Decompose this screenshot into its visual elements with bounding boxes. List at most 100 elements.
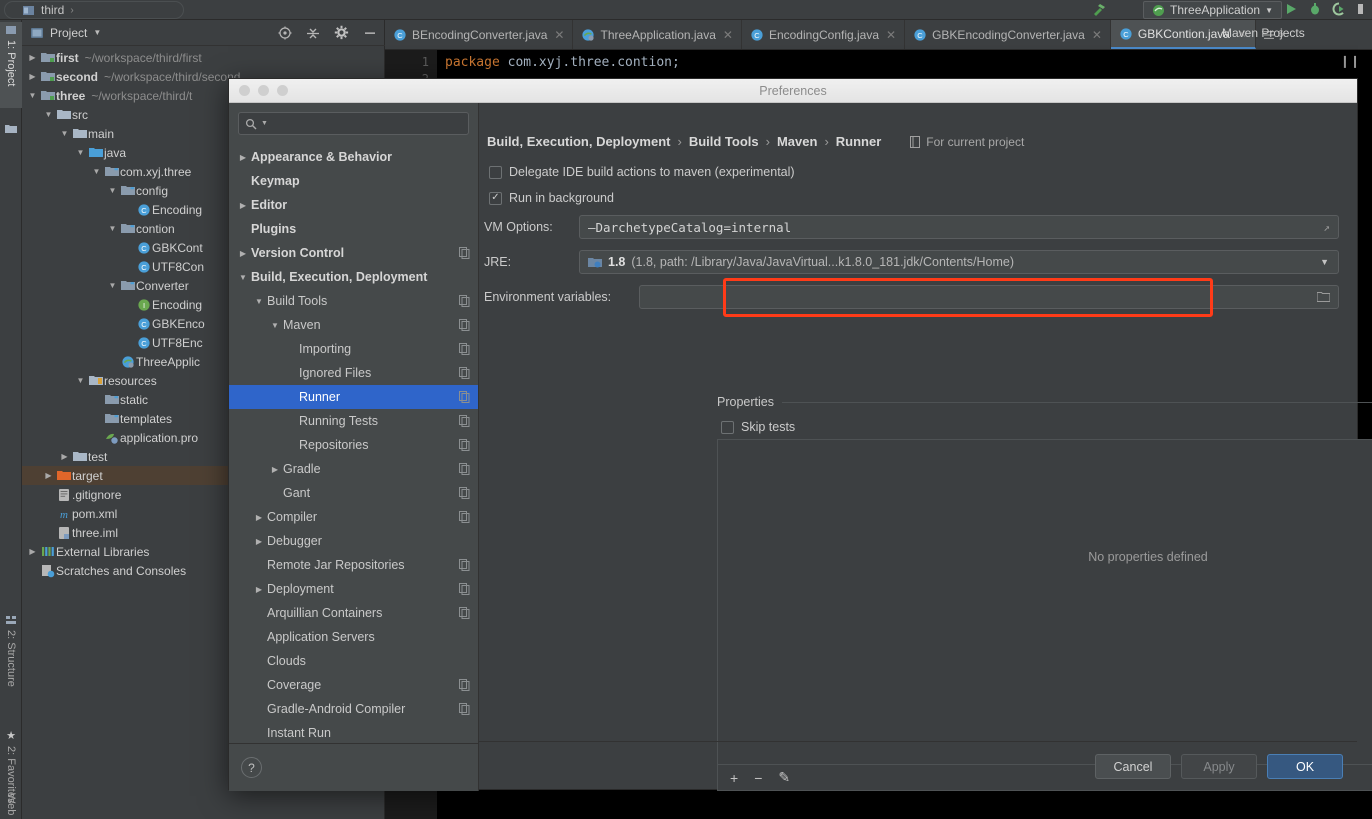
chevron-down-icon[interactable]: ▼ — [1320, 257, 1329, 267]
settings-tree-row[interactable]: Arquillian Containers — [229, 601, 478, 625]
settings-tree-row[interactable]: ▶Editor — [229, 193, 478, 217]
breadcrumb-part-4[interactable]: Runner — [836, 134, 882, 149]
chevron-down-icon[interactable]: ▼ — [90, 167, 103, 176]
breadcrumb-part-3[interactable]: Maven — [777, 134, 817, 149]
search-dropdown-icon[interactable]: ▼ — [261, 120, 268, 127]
run-in-background-checkbox[interactable]: ✓ — [489, 192, 502, 205]
project-folder-icon-strip[interactable] — [0, 120, 22, 146]
settings-tree-row[interactable]: ▶Compiler — [229, 505, 478, 529]
chevron-down-icon[interactable]: ▼ — [251, 297, 267, 306]
settings-gear-icon[interactable] — [334, 25, 349, 40]
chevron-down-icon[interactable]: ▼ — [106, 281, 119, 290]
settings-tree-row[interactable]: ▼Build Tools — [229, 289, 478, 313]
help-button[interactable]: ? — [241, 757, 262, 778]
copy-settings-icon[interactable] — [459, 463, 470, 475]
properties-table[interactable]: No properties defined + − ✎ — [717, 439, 1372, 791]
chevron-right-icon[interactable]: ▶ — [251, 513, 267, 522]
copy-settings-icon[interactable] — [459, 415, 470, 427]
close-icon[interactable]: ✕ — [886, 28, 896, 42]
settings-search-input[interactable]: ▼ — [238, 112, 469, 135]
copy-settings-icon[interactable] — [459, 367, 470, 379]
chevron-right-icon[interactable]: ▶ — [235, 201, 251, 210]
jre-dropdown[interactable]: 1.8 (1.8, path: /Library/Java/JavaVirtua… — [579, 250, 1339, 274]
run-icon[interactable] — [1284, 2, 1298, 16]
settings-tree-row[interactable]: Plugins — [229, 217, 478, 241]
chevron-right-icon[interactable]: ▶ — [251, 537, 267, 546]
environment-variables-input[interactable] — [639, 285, 1339, 309]
copy-settings-icon[interactable] — [459, 343, 470, 355]
settings-tree-row[interactable]: Clouds — [229, 649, 478, 673]
chevron-down-icon[interactable]: ▼ — [106, 224, 119, 233]
apply-button[interactable]: Apply — [1181, 754, 1257, 779]
copy-settings-icon[interactable] — [459, 391, 470, 403]
settings-tree-row[interactable]: Keymap — [229, 169, 478, 193]
editor-tab[interactable]: CGBKEncodingConverter.java✕ — [905, 20, 1111, 49]
sidebar-item-structure[interactable]: 2: Structure — [0, 612, 22, 716]
settings-tree-row[interactable]: Coverage — [229, 673, 478, 697]
settings-tree-row[interactable]: Running Tests — [229, 409, 478, 433]
settings-tree-row[interactable]: Application Servers — [229, 625, 478, 649]
settings-tree-row[interactable]: Remote Jar Repositories — [229, 553, 478, 577]
settings-tree-row[interactable]: Importing — [229, 337, 478, 361]
chevron-down-icon[interactable]: ▼ — [26, 91, 39, 100]
search-field[interactable] — [272, 117, 462, 131]
breadcrumb[interactable]: third › — [22, 0, 74, 20]
chevron-right-icon[interactable]: ▶ — [58, 452, 71, 461]
chevron-right-icon[interactable]: ▶ — [26, 53, 39, 62]
settings-tree-row[interactable]: Instant Run — [229, 721, 478, 745]
copy-settings-icon[interactable] — [459, 295, 470, 307]
chevron-right-icon[interactable]: ▶ — [251, 585, 267, 594]
chevron-down-icon[interactable]: ▼ — [58, 129, 71, 138]
chevron-right-icon[interactable]: ▶ — [235, 153, 251, 162]
delegate-build-checkbox-row[interactable]: Delegate IDE build actions to maven (exp… — [489, 165, 795, 179]
settings-tree-row[interactable]: Repositories — [229, 433, 478, 457]
locate-icon[interactable] — [278, 26, 292, 40]
close-icon[interactable]: ✕ — [554, 28, 564, 42]
copy-settings-icon[interactable] — [459, 679, 470, 691]
chevron-down-icon[interactable]: ▼ — [74, 376, 87, 385]
chevron-down-icon[interactable]: ▼ — [267, 321, 283, 330]
skip-tests-checkbox[interactable] — [721, 421, 734, 434]
run-configuration-selector[interactable]: ThreeApplication ▼ — [1143, 1, 1282, 19]
settings-tree-row[interactable]: ▼Build, Execution, Deployment — [229, 265, 478, 289]
run-in-background-checkbox-row[interactable]: ✓ Run in background — [489, 191, 614, 205]
copy-settings-icon[interactable] — [459, 559, 470, 571]
expand-editor-icon[interactable]: ↗ — [1323, 221, 1330, 234]
settings-tree-row[interactable]: Gant — [229, 481, 478, 505]
settings-tree-row[interactable]: Ignored Files — [229, 361, 478, 385]
chevron-down-icon[interactable]: ▼ — [235, 273, 251, 282]
chevron-down-icon[interactable]: ▼ — [42, 110, 55, 119]
tree-row[interactable]: ▶first~/workspace/third/first — [22, 48, 385, 67]
settings-tree-row[interactable]: ▶Appearance & Behavior — [229, 145, 478, 169]
editor-tab[interactable]: CBEncodingConverter.java✕ — [385, 20, 573, 49]
vm-options-input[interactable]: —DarchetypeCatalog=internal ↗ — [579, 215, 1339, 239]
chevron-right-icon[interactable]: ▶ — [235, 249, 251, 258]
copy-settings-icon[interactable] — [459, 583, 470, 595]
chevron-right-icon[interactable]: ▶ — [26, 547, 39, 556]
more-actions-icon[interactable] — [1356, 2, 1366, 16]
copy-settings-icon[interactable] — [459, 487, 470, 499]
settings-tree-row[interactable]: ▼Maven — [229, 313, 478, 337]
copy-settings-icon[interactable] — [459, 607, 470, 619]
copy-settings-icon[interactable] — [459, 319, 470, 331]
editor-tab[interactable]: ThreeApplication.java✕ — [573, 20, 741, 49]
sidebar-item-web[interactable]: Web — [0, 790, 22, 819]
settings-tree-row[interactable]: ▶Debugger — [229, 529, 478, 553]
copy-settings-icon[interactable] — [459, 703, 470, 715]
debug-icon[interactable] — [1308, 2, 1322, 16]
close-icon[interactable]: ✕ — [723, 28, 733, 42]
run-with-coverage-icon[interactable] — [1332, 2, 1346, 16]
chevron-down-icon[interactable]: ▼ — [106, 186, 119, 195]
chevron-down-icon[interactable]: ▼ — [74, 148, 87, 157]
settings-tree-row[interactable]: ▶Deployment — [229, 577, 478, 601]
copy-settings-icon[interactable] — [459, 247, 470, 259]
skip-tests-checkbox-row[interactable]: Skip tests — [721, 420, 795, 434]
ok-button[interactable]: OK — [1267, 754, 1343, 779]
delegate-build-checkbox[interactable] — [489, 166, 502, 179]
settings-tree-row[interactable]: Gradle-Android Compiler — [229, 697, 478, 721]
browse-folder-icon[interactable] — [1317, 291, 1330, 303]
close-icon[interactable]: ✕ — [1092, 28, 1102, 42]
editor-tab[interactable]: CEncodingConfig.java✕ — [742, 20, 905, 49]
pause-icon[interactable]: ❙❙ — [1340, 54, 1360, 68]
collapse-all-icon[interactable] — [306, 26, 320, 40]
